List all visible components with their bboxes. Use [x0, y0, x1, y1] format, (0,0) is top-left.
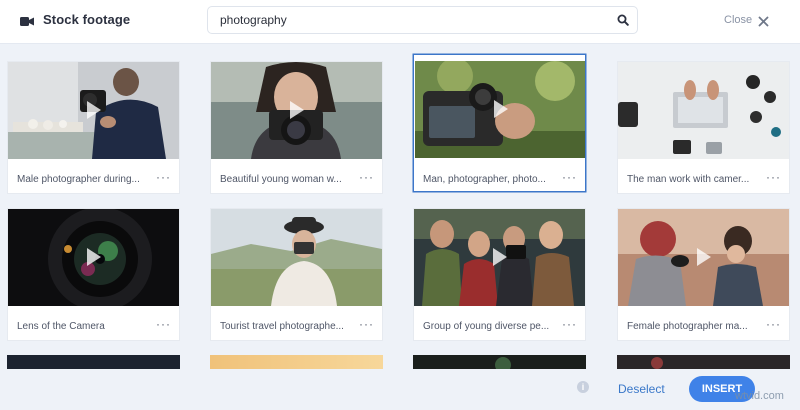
card-title: Beautiful young woman w... [220, 174, 342, 185]
footage-card[interactable]: Male photographer during... ··· [7, 61, 180, 194]
watermark: wtvid.com [735, 390, 784, 402]
footer-bar: i Deselect INSERT [0, 369, 800, 410]
card-title: Lens of the Camera [17, 321, 105, 332]
footage-card[interactable]: The man work with camer... ··· [617, 61, 790, 194]
play-icon [87, 101, 101, 119]
more-options-icon[interactable]: ··· [766, 171, 781, 183]
footage-card-partial[interactable] [617, 355, 790, 369]
footage-grid: Male photographer during... ··· Beautifu… [0, 44, 800, 369]
video-thumbnail [618, 209, 789, 306]
more-options-icon[interactable]: ··· [562, 318, 577, 330]
video-thumbnail [211, 209, 382, 306]
video-camera-icon [20, 14, 34, 32]
more-options-icon[interactable]: ··· [156, 171, 171, 183]
close-label[interactable]: Close [724, 14, 752, 26]
card-title: Man, photographer, photo... [423, 174, 546, 185]
footage-card-partial[interactable] [7, 355, 180, 369]
footage-card-partial[interactable] [210, 355, 383, 369]
more-options-icon[interactable]: ··· [562, 171, 577, 183]
more-options-icon[interactable]: ··· [359, 171, 374, 183]
close-icon[interactable] [758, 14, 769, 32]
footage-card-selected[interactable]: Man, photographer, photo... ··· [413, 54, 586, 192]
more-options-icon[interactable]: ··· [766, 318, 781, 330]
search-icon[interactable] [617, 13, 629, 31]
video-thumbnail [211, 62, 382, 159]
video-thumbnail [414, 209, 585, 306]
search-input[interactable] [220, 7, 610, 33]
footage-card-partial[interactable] [413, 355, 586, 369]
play-icon [493, 248, 507, 266]
footage-card[interactable]: Lens of the Camera ··· [7, 208, 180, 341]
play-icon [697, 248, 711, 266]
footage-card[interactable]: Tourist travel photographe... ··· [210, 208, 383, 341]
footage-card[interactable]: Group of young diverse pe... ··· [413, 208, 586, 341]
card-title: Male photographer during... [17, 174, 140, 185]
video-thumbnail [415, 61, 585, 158]
play-icon [87, 248, 101, 266]
play-icon [494, 100, 508, 118]
footage-card[interactable]: Female photographer ma... ··· [617, 208, 790, 341]
more-options-icon[interactable]: ··· [156, 318, 171, 330]
footage-card[interactable]: Beautiful young woman w... ··· [210, 61, 383, 194]
page-title: Stock footage [43, 12, 131, 27]
card-title: Tourist travel photographe... [220, 321, 344, 332]
card-title: Female photographer ma... [627, 321, 748, 332]
video-thumbnail [8, 209, 179, 306]
info-icon[interactable]: i [577, 381, 589, 393]
deselect-button[interactable]: Deselect [618, 382, 665, 396]
play-icon [290, 101, 304, 119]
video-thumbnail [618, 62, 789, 159]
more-options-icon[interactable]: ··· [359, 318, 374, 330]
card-title: The man work with camer... [627, 174, 750, 185]
video-thumbnail [8, 62, 179, 159]
header-bar: Stock footage Close [0, 0, 800, 44]
card-title: Group of young diverse pe... [423, 321, 550, 332]
search-box[interactable] [207, 6, 638, 34]
